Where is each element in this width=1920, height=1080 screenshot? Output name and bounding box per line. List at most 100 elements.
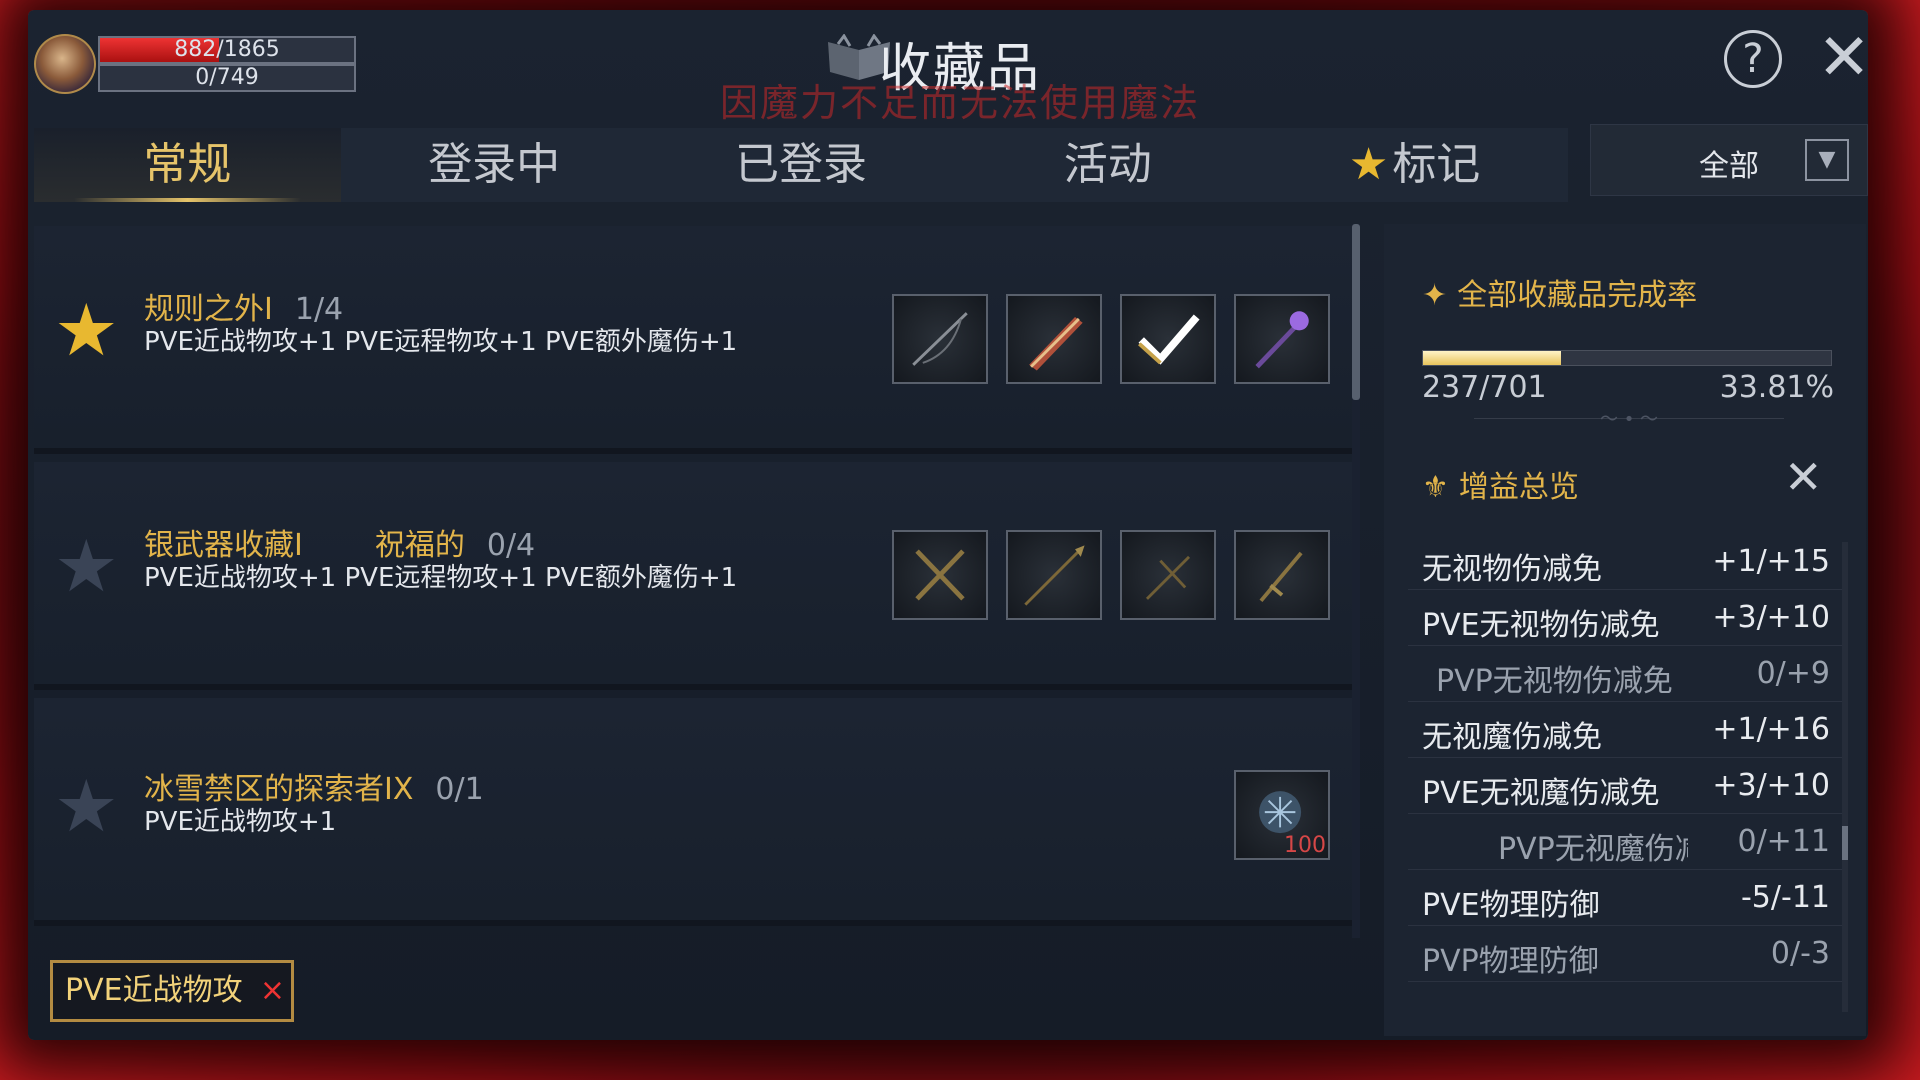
- buff-value: +1/+15: [1712, 544, 1830, 579]
- favorite-star-icon[interactable]: ★: [54, 294, 119, 366]
- dropdown-value: 全部: [1699, 149, 1759, 184]
- collection-count: 1/4: [294, 292, 344, 327]
- buff-scrollbar[interactable]: [1842, 542, 1848, 1012]
- crossbow-icon: [1145, 555, 1191, 600]
- collection-effects: PVE近战物攻+1: [144, 807, 337, 837]
- list-scrollbar[interactable]: [1352, 224, 1360, 938]
- bow-icon: [912, 312, 968, 366]
- tab-marked[interactable]: ★标记: [1261, 128, 1568, 202]
- buff-summary-title: 增益总览: [1458, 470, 1579, 505]
- buff-row: PVE无视魔伤减免 +3/+10: [1408, 758, 1842, 814]
- filter-chip-label: PVE近战物攻: [65, 973, 243, 1008]
- buff-name: PVP无视物伤减免: [1436, 664, 1673, 699]
- buff-row: PVP物理防御 0/-3: [1408, 926, 1842, 982]
- item-slot[interactable]: 100: [1234, 770, 1330, 860]
- buff-row: PVE无视物伤减免 +3/+10: [1408, 590, 1842, 646]
- close-icon[interactable]: ✕: [1812, 26, 1876, 92]
- collection-name: 冰雪禁区的探索者IX 0/1: [144, 764, 484, 808]
- buff-name: 无视魔伤减免: [1422, 720, 1602, 755]
- dagger-icon: [1259, 551, 1303, 603]
- buff-value: 0/+9: [1756, 656, 1830, 691]
- help-icon[interactable]: ?: [1724, 30, 1782, 88]
- buff-name: 无视物伤减免: [1422, 552, 1602, 587]
- collection-count: 0/4: [486, 528, 536, 563]
- completion-heading: ✦ 全部收藏品完成率: [1422, 270, 1697, 314]
- collection-effects: PVE近战物攻+1 PVE远程物攻+1 PVE额外魔伤+1: [144, 327, 738, 357]
- collection-count: 0/1: [435, 772, 484, 807]
- buff-name: PVE无视物伤减免: [1422, 608, 1660, 643]
- item-quantity-badge: 100: [1284, 833, 1326, 858]
- collection-title: 冰雪禁区的探索者IX: [144, 772, 414, 807]
- list-scrollbar-thumb[interactable]: [1352, 224, 1360, 400]
- summary-panel: ✦ 全部收藏品完成率 237/701 33.81% ～ • ～ ⚜ 增益总览 ✕ 无…: [1384, 224, 1866, 1036]
- item-slot[interactable]: [1006, 530, 1102, 620]
- tab-general[interactable]: 常规: [34, 128, 341, 202]
- mana-warning: 因魔力不足而无法使用魔法: [719, 81, 1200, 125]
- buff-name: PVE无视魔伤减免: [1422, 776, 1660, 811]
- tab-label: 已登录: [734, 139, 867, 190]
- remove-filter-icon[interactable]: ×: [260, 963, 285, 1019]
- tab-label: 活动: [1063, 139, 1152, 190]
- buff-row: PVE物理防御 -5/-11: [1408, 870, 1842, 926]
- collection-tag: 祝福的: [374, 528, 465, 563]
- buff-name: PVE物理防御: [1422, 888, 1600, 923]
- item-slot[interactable]: [892, 294, 988, 384]
- buff-row: 无视魔伤减免 +1/+16: [1408, 702, 1842, 758]
- item-slot[interactable]: [1234, 530, 1330, 620]
- ornament-divider: ～ • ～: [1474, 411, 1784, 434]
- collection-effects: PVE近战物攻+1 PVE远程物攻+1 PVE额外魔伤+1: [144, 563, 738, 593]
- tab-event[interactable]: 活动: [954, 128, 1261, 202]
- item-slot[interactable]: [1006, 294, 1102, 384]
- buff-value: -5/-11: [1740, 880, 1830, 915]
- checkmark-icon: [1138, 314, 1200, 365]
- buff-name: PVP物理防御: [1422, 944, 1599, 979]
- buff-value: +1/+16: [1712, 712, 1830, 747]
- emblem-icon: ✦: [1422, 278, 1448, 313]
- spear-icon: [1024, 545, 1085, 606]
- collection-list: ★ 规则之外I 1/4 PVE近战物攻+1 PVE远程物攻+1 PVE额外魔伤+1…: [34, 226, 1358, 936]
- sword-icon: [1029, 317, 1083, 371]
- buff-value: 0/+11: [1737, 824, 1830, 859]
- star-icon: ★: [1348, 139, 1389, 190]
- buff-value: +3/+10: [1712, 768, 1830, 803]
- item-slot[interactable]: [1120, 530, 1216, 620]
- category-tabs: 常规 登录中 已登录 活动 ★标记: [34, 128, 1568, 202]
- fleur-icon: ⚜: [1422, 470, 1449, 505]
- favorite-star-icon[interactable]: ★: [54, 770, 119, 842]
- completion-percent: 33.81%: [1719, 370, 1834, 405]
- collection-name: 银武器收藏I 祝福的 0/4: [144, 520, 535, 564]
- tab-registering[interactable]: 登录中: [341, 128, 648, 202]
- close-icon[interactable]: ✕: [1784, 450, 1823, 504]
- crossed-blades-icon: [915, 549, 965, 601]
- staff-icon: [1255, 311, 1309, 369]
- buff-scrollbar-thumb[interactable]: [1842, 826, 1848, 860]
- collection-title: 银武器收藏I: [144, 528, 303, 563]
- category-dropdown[interactable]: 全部 ▼: [1590, 124, 1868, 196]
- collection-entry[interactable]: ★ 银武器收藏I 祝福的 0/4 PVE近战物攻+1 PVE远程物攻+1 PVE额外…: [34, 462, 1358, 690]
- collection-entry[interactable]: ★ 冰雪禁区的探索者IX 0/1 PVE近战物攻+1 100: [34, 698, 1358, 926]
- buff-row: PVP无视魔伤减免 0/+11: [1408, 814, 1842, 870]
- completion-title: 全部收藏品完成率: [1457, 278, 1698, 313]
- item-slot[interactable]: [1234, 294, 1330, 384]
- item-slot[interactable]: [892, 530, 988, 620]
- tab-label: 登录中: [428, 139, 561, 190]
- buff-summary-heading: ⚜ 增益总览: [1422, 462, 1579, 506]
- buff-list: 无视物伤减免 +1/+15 PVE无视物伤减免 +3/+10 PVP无视物伤减免 0/…: [1408, 534, 1842, 982]
- collection-title: 规则之外I: [144, 292, 273, 327]
- buff-row: 无视物伤减免 +1/+15: [1408, 534, 1842, 590]
- tab-registered[interactable]: 已登录: [648, 128, 955, 202]
- buff-value: +3/+10: [1712, 600, 1830, 635]
- favorite-star-icon[interactable]: ★: [54, 530, 119, 602]
- completion-count: 237/701: [1422, 370, 1547, 405]
- buff-value: 0/-3: [1770, 936, 1830, 971]
- tab-label: 标记: [1392, 139, 1481, 190]
- collection-entry[interactable]: ★ 规则之外I 1/4 PVE近战物攻+1 PVE远程物攻+1 PVE额外魔伤+1: [34, 226, 1358, 454]
- item-slot[interactable]: [1120, 294, 1216, 384]
- buff-row: PVP无视物伤减免 0/+9: [1408, 646, 1842, 702]
- active-filter-chip[interactable]: PVE近战物攻 ×: [50, 960, 294, 1022]
- tab-label: 常规: [143, 139, 232, 190]
- buff-name: PVP无视魔伤减免: [1498, 832, 1688, 867]
- completion-progress-fill: [1423, 351, 1561, 365]
- chevron-down-icon[interactable]: ▼: [1805, 139, 1849, 181]
- completion-progress-bar: [1422, 350, 1832, 366]
